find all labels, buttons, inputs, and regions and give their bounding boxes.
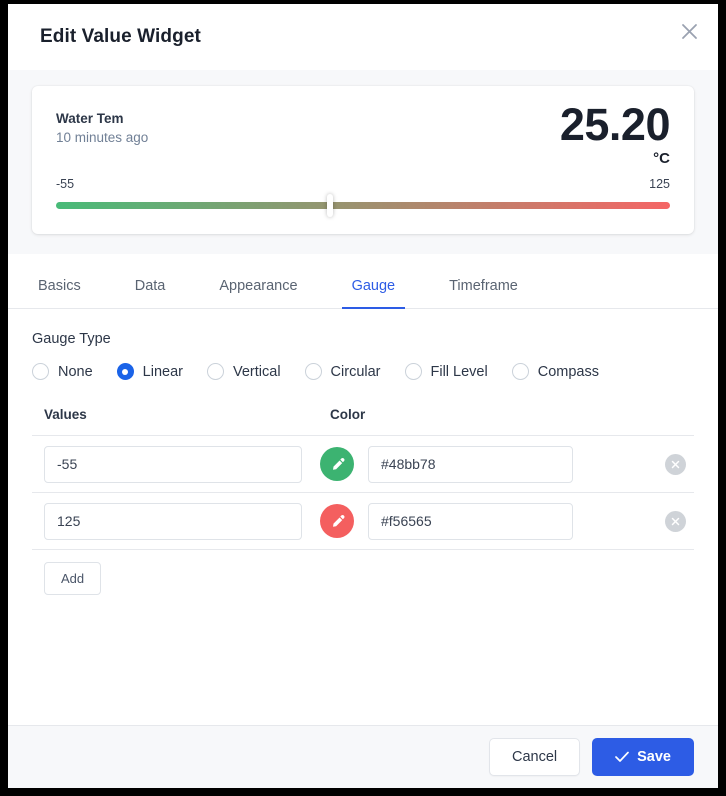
check-icon: [615, 751, 629, 763]
page-title: Edit Value Widget: [40, 26, 201, 47]
radio-label: None: [58, 363, 93, 380]
radio-mark: [404, 363, 422, 380]
radio-gauge-type-linear[interactable]: Linear: [116, 363, 183, 380]
radio-label: Linear: [142, 363, 183, 380]
radio-mark: [32, 363, 49, 380]
widget-preview-card: Water Tem 10 minutes ago 25.20 °C -55 12…: [32, 86, 694, 234]
value-color-row: [32, 493, 694, 550]
radio-mark: [511, 363, 529, 380]
value-input[interactable]: [44, 502, 302, 540]
color-picker-eyedropper-icon[interactable]: [320, 447, 354, 481]
radio-gauge-type-none[interactable]: None: [32, 363, 93, 380]
gauge-min-label: -55: [56, 177, 75, 191]
preview-unit: °C: [653, 150, 670, 167]
gauge-track-wrapper: [56, 194, 670, 217]
gauge-track: [56, 202, 670, 209]
value-input[interactable]: [44, 445, 302, 483]
radio-gauge-type-vertical[interactable]: Vertical: [206, 363, 281, 380]
values-table-body: [32, 436, 694, 550]
color-hex-input[interactable]: [368, 502, 573, 540]
preview-widget-name: Water Tem: [56, 111, 124, 126]
values-table-header: Values Color: [32, 406, 694, 436]
radio-label: Circular: [330, 363, 381, 380]
save-button[interactable]: Save: [592, 738, 694, 776]
settings-tabs: Basics Data Appearance Gauge Timeframe: [8, 254, 718, 309]
tab-basics[interactable]: Basics: [32, 278, 87, 308]
cancel-button[interactable]: Cancel: [488, 738, 581, 776]
gauge-max-label: 125: [649, 177, 670, 191]
widget-preview-band: Water Tem 10 minutes ago 25.20 °C -55 12…: [8, 70, 718, 254]
color-picker-eyedropper-icon[interactable]: [320, 504, 354, 538]
radio-label: Vertical: [232, 363, 281, 380]
column-header-color: Color: [330, 407, 366, 422]
color-hex-input[interactable]: [368, 445, 573, 483]
radio-mark: [206, 363, 224, 380]
column-header-values: Values: [44, 407, 87, 422]
save-button-label: Save: [637, 749, 671, 765]
radio-gauge-type-compass[interactable]: Compass: [511, 363, 599, 380]
remove-row-icon[interactable]: [665, 510, 686, 532]
values-color-table: Values Color Add: [32, 406, 694, 595]
dialog-footer: Cancel Save: [8, 725, 718, 788]
radio-label: Fill Level: [430, 363, 488, 380]
preview-value: 25.20: [559, 99, 671, 150]
remove-row-icon[interactable]: [665, 453, 686, 475]
gauge-type-label: Gauge Type: [32, 331, 111, 347]
edit-value-widget-dialog: Edit Value Widget Water Tem 10 minutes a…: [8, 4, 718, 788]
gauge-thumb[interactable]: [326, 194, 333, 217]
gauge-range-labels: -55 125: [56, 177, 670, 191]
gauge-type-radio-group: None Linear Vertical Circular Fill Level Comp…: [32, 363, 694, 380]
preview-linear-gauge: -55 125: [56, 177, 670, 217]
dialog-header: Edit Value Widget: [8, 4, 718, 70]
preview-timestamp: 10 minutes ago: [56, 130, 149, 145]
add-value-button[interactable]: Add: [44, 562, 102, 595]
radio-mark: [116, 363, 134, 380]
gauge-settings-panel: Gauge Type None Linear Vertical Circular Fil…: [8, 309, 718, 725]
radio-gauge-type-fill-level[interactable]: Fill Level: [404, 363, 488, 380]
tab-timeframe[interactable]: Timeframe: [443, 278, 524, 308]
value-color-row: [32, 436, 694, 493]
radio-gauge-type-circular[interactable]: Circular: [304, 363, 381, 380]
tab-data[interactable]: Data: [129, 278, 172, 308]
close-icon[interactable]: [672, 14, 706, 48]
radio-mark: [304, 363, 322, 380]
tab-appearance[interactable]: Appearance: [213, 278, 303, 308]
tab-gauge[interactable]: Gauge: [341, 278, 405, 309]
radio-label: Compass: [537, 363, 599, 380]
